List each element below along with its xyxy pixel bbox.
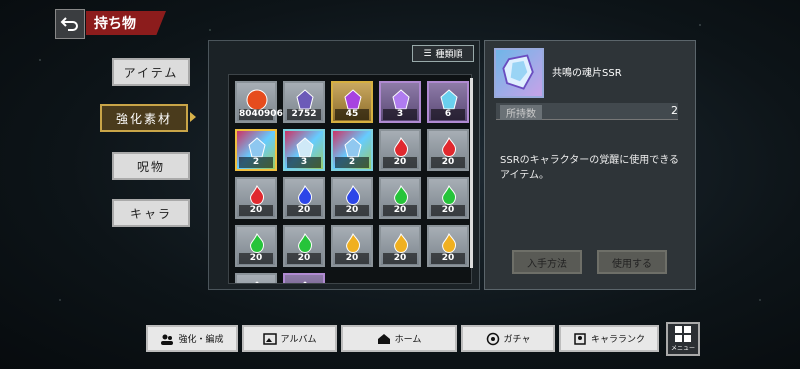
item-icon <box>255 281 259 283</box>
owned-count-label: 所持数 <box>500 105 542 120</box>
item-count: 20 <box>383 157 417 168</box>
inventory-slot[interactable]: 20 <box>283 225 325 267</box>
inventory-slot[interactable]: 20 <box>379 129 421 171</box>
inventory-slot[interactable]: 2 <box>235 129 277 171</box>
item-count: 20 <box>431 253 465 264</box>
back-button[interactable] <box>55 9 85 39</box>
item-icon <box>303 281 307 283</box>
inventory-slot[interactable]: 3 <box>379 81 421 123</box>
item-count: 6 <box>431 109 465 120</box>
inventory-slot[interactable]: 20 <box>379 177 421 219</box>
active-tab-arrow-icon <box>190 112 196 122</box>
nav-gacha[interactable]: ガチャ <box>461 325 555 352</box>
item-count: 2752 <box>287 109 321 120</box>
inventory-slot[interactable]: 20 <box>379 225 421 267</box>
inventory-slot[interactable]: 20 <box>235 177 277 219</box>
item-count: 20 <box>335 253 369 264</box>
gacha-icon <box>486 332 499 345</box>
inventory-slot[interactable]: 6 <box>427 81 469 123</box>
item-count: 20 <box>431 157 465 168</box>
menu-button[interactable]: メニュー <box>666 322 700 356</box>
sort-icon: ☰ <box>423 48 432 59</box>
inventory-slot[interactable]: 2 <box>331 129 373 171</box>
item-count: 20 <box>383 205 417 216</box>
item-count: 20 <box>335 205 369 216</box>
inventory-slot[interactable]: 20 <box>283 177 325 219</box>
tab-cursed-items[interactable]: 呪物 <box>112 152 190 180</box>
item-grid[interactable]: 8040906 2752 45 3 6 2 3 2 20 20 20 20 20 20 20 20 20 20 20… <box>228 74 472 284</box>
inventory-slot[interactable]: 3 <box>283 129 325 171</box>
nav-ranking-label: キャラランク <box>590 335 645 345</box>
tab-enhance-materials[interactable]: 強化素材 <box>100 104 188 132</box>
nav-ranking[interactable]: キャラランク <box>559 325 659 352</box>
item-description-line: アイテム。 <box>500 170 549 181</box>
item-count: 20 <box>287 253 321 264</box>
nav-home[interactable]: ホーム <box>341 325 457 352</box>
item-count: 3 <box>287 157 321 168</box>
nav-enhance[interactable]: 強化・編成 <box>146 325 238 352</box>
grid-menu-icon <box>675 326 691 342</box>
obtain-method-button[interactable]: 入手方法 <box>512 250 582 274</box>
selected-item-icon <box>494 48 544 98</box>
sort-label: 種類順 <box>435 50 463 60</box>
nav-enhance-label: 強化・編成 <box>178 335 224 345</box>
item-count: 2 <box>239 157 273 168</box>
nav-gacha-label: ガチャ <box>503 335 531 345</box>
item-count: 2 <box>335 157 369 168</box>
nav-album-label: アルバム <box>280 335 317 345</box>
inventory-slot[interactable]: 20 <box>235 225 277 267</box>
item-count: 3 <box>383 109 417 120</box>
inventory-slot[interactable]: 2752 <box>283 81 325 123</box>
back-arrow-icon <box>60 17 78 31</box>
item-count: 8040906 <box>239 109 283 120</box>
inventory-slot[interactable]: 20 <box>427 177 469 219</box>
inventory-slot[interactable] <box>283 273 325 283</box>
tab-items[interactable]: アイテム <box>112 58 190 86</box>
inventory-slot[interactable]: 8040906 <box>235 81 283 123</box>
inventory-slot[interactable]: 45 <box>331 81 373 123</box>
item-count: 20 <box>431 205 465 216</box>
item-description-line: SSRのキャラクターの覚醒に使用できる <box>500 155 680 166</box>
rank-icon <box>574 332 586 345</box>
nav-album[interactable]: アルバム <box>242 325 337 352</box>
tab-characters[interactable]: キャラ <box>112 199 190 227</box>
album-icon <box>262 332 277 345</box>
party-icon <box>161 334 174 345</box>
item-count: 45 <box>335 109 369 120</box>
item-count: 20 <box>239 253 273 264</box>
use-button[interactable]: 使用する <box>597 250 667 274</box>
sort-button[interactable]: ☰ 種類順 <box>412 45 474 62</box>
menu-label: メニュー <box>670 345 695 352</box>
inventory-slot[interactable]: 20 <box>427 129 469 171</box>
inventory-slot[interactable]: 20 <box>427 225 469 267</box>
item-count: 20 <box>383 253 417 264</box>
page-title: 持ち物 <box>86 11 166 35</box>
item-count: 20 <box>239 205 273 216</box>
owned-count-value: 2 <box>671 104 678 117</box>
inventory-slot[interactable]: 20 <box>331 177 373 219</box>
item-description: SSRのキャラクターの覚醒に使用できる アイテム。 <box>500 153 680 183</box>
home-icon <box>377 333 390 344</box>
owned-count-row: 所持数 2 <box>496 103 678 120</box>
item-count: 20 <box>287 205 321 216</box>
item-name: 共鳴の魂片SSR <box>552 68 622 79</box>
inventory-slot[interactable] <box>235 273 277 283</box>
inventory-slot[interactable]: 20 <box>331 225 373 267</box>
grid-scrollbar[interactable] <box>470 78 473 268</box>
nav-home-label: ホーム <box>394 335 422 345</box>
